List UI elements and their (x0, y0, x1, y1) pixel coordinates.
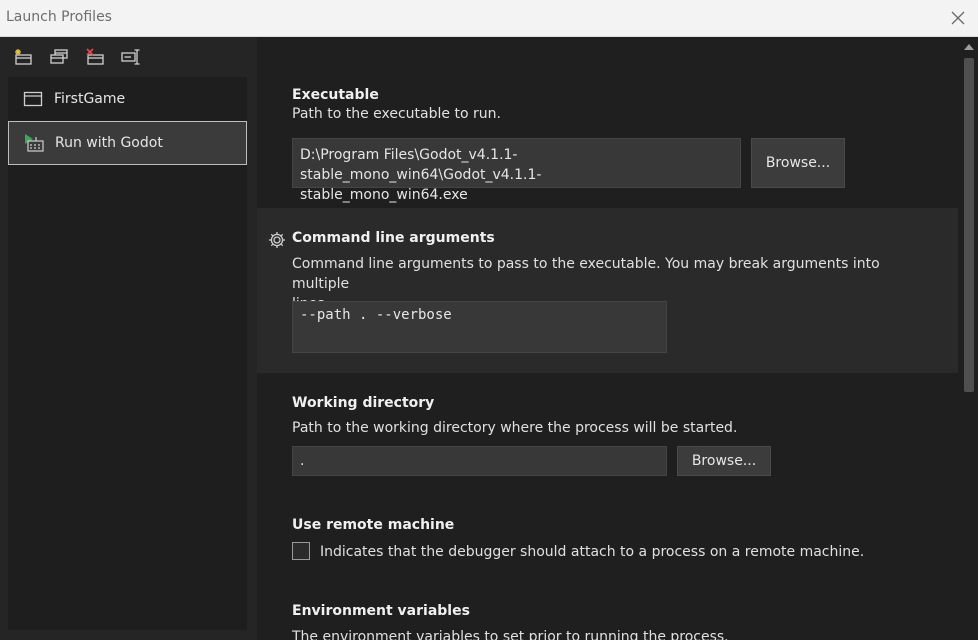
remote-machine-title: Use remote machine (292, 517, 455, 533)
executable-browse-button[interactable]: Browse... (751, 138, 845, 188)
environment-description: The environment variables to set prior t… (292, 629, 729, 640)
arguments-value: --path . --verbose (300, 307, 452, 323)
working-directory-browse-button[interactable]: Browse... (677, 446, 771, 476)
working-directory-title: Working directory (292, 395, 435, 411)
executable-path-line2: stable_mono_win64.exe (300, 187, 468, 203)
remote-machine-checkbox[interactable] (292, 542, 310, 560)
vertical-scrollbar[interactable] (960, 37, 978, 640)
working-directory-description: Path to the working directory where the … (292, 420, 738, 436)
profile-settings-pane: Executable Path to the executable to run… (257, 37, 960, 640)
profile-item-label: FirstGame (54, 91, 126, 107)
profile-item-firstgame[interactable]: FirstGame (8, 77, 247, 121)
profiles-pane: FirstGame Run with Godot (0, 37, 257, 640)
profile-list: FirstGame Run with Godot (8, 77, 247, 630)
scroll-thumb[interactable] (964, 58, 974, 392)
executable-path-line1: D:\Program Files\Godot_v4.1.1-stable_mon… (300, 147, 542, 183)
arguments-description-line1: Command line arguments to pass to the ex… (292, 256, 880, 292)
working-directory-value: . (300, 453, 305, 469)
executable-path-input[interactable]: D:\Program Files\Godot_v4.1.1-stable_mon… (292, 138, 741, 203)
arguments-section: Command line arguments Command line argu… (257, 208, 958, 373)
gear-icon (269, 232, 285, 248)
duplicate-profile-icon (50, 49, 68, 64)
remote-machine-checkbox-label[interactable]: Indicates that the debugger should attac… (320, 542, 864, 562)
new-profile-button[interactable] (12, 46, 34, 68)
new-profile-icon (15, 49, 32, 65)
delete-profile-icon (86, 48, 104, 65)
rename-profile-icon (121, 49, 140, 65)
title-bar: Launch Profiles (0, 0, 978, 37)
delete-profile-button[interactable] (84, 46, 106, 68)
window-title: Launch Profiles (6, 9, 112, 25)
close-icon (951, 11, 965, 25)
working-directory-input[interactable]: . (292, 446, 667, 476)
executable-description: Path to the executable to run. (292, 106, 501, 122)
environment-title: Environment variables (292, 603, 470, 619)
duplicate-profile-button[interactable] (48, 46, 70, 68)
close-button[interactable] (948, 8, 968, 28)
profiles-toolbar (12, 45, 142, 69)
remote-machine-section: Use remote machine Indicates that the de… (257, 493, 958, 593)
godot-run-icon (23, 133, 45, 153)
executable-title: Executable (292, 87, 379, 103)
environment-section: Environment variables The environment va… (257, 593, 958, 640)
rename-profile-button[interactable] (120, 46, 142, 68)
executable-section: Executable Path to the executable to run… (257, 37, 958, 208)
profile-item-label: Run with Godot (55, 135, 163, 151)
window-icon (22, 89, 44, 109)
arguments-title: Command line arguments (292, 230, 495, 246)
working-directory-section: Working directory Path to the working di… (257, 373, 958, 493)
arguments-textarea[interactable]: --path . --verbose (292, 301, 667, 353)
scroll-up-arrow-icon[interactable] (964, 44, 974, 50)
profile-item-run-with-godot[interactable]: Run with Godot (8, 121, 247, 165)
